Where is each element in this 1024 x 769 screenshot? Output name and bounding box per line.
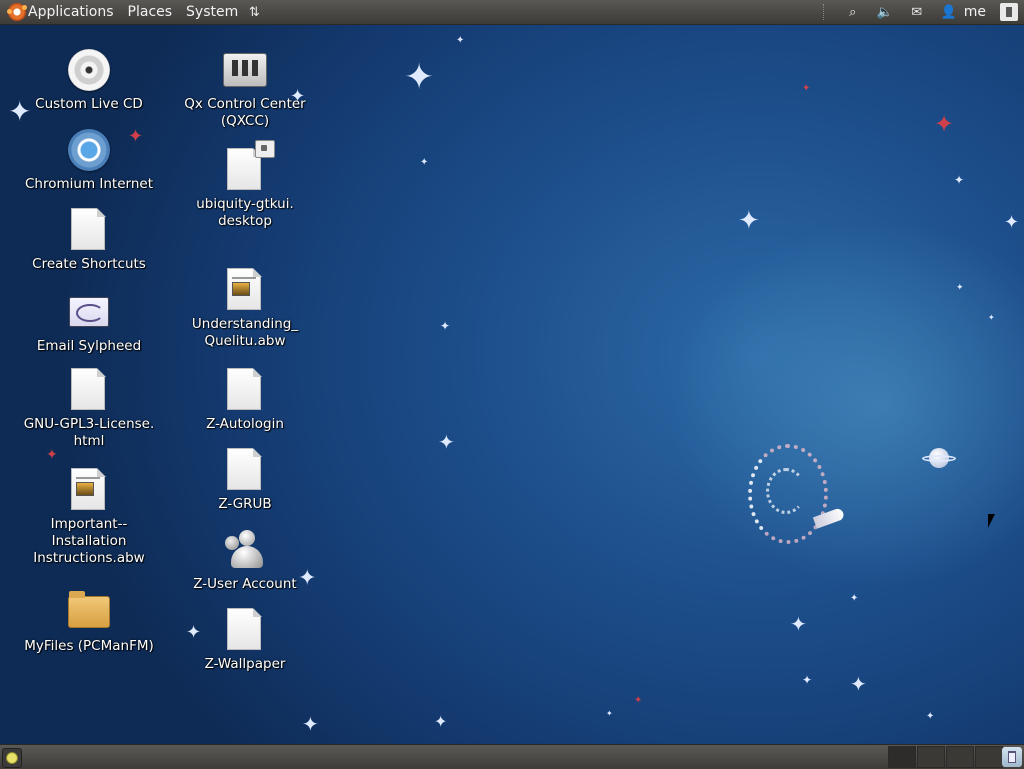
star-decoration: ✦ (954, 173, 965, 187)
desktop-icon-important-installation[interactable]: Important-- Installation Instructions.ab… (14, 468, 164, 567)
star-decoration: ✦ (440, 319, 451, 333)
trash-icon[interactable] (1002, 747, 1022, 767)
star-decoration: ✦ (926, 711, 935, 722)
star-decoration: ✦ (956, 283, 964, 293)
abw-document-icon (227, 268, 263, 312)
desktop-icon-chromium[interactable]: Chromium Internet (14, 128, 164, 193)
lock-icon (255, 140, 275, 158)
star-decoration: ✦ (738, 206, 760, 236)
volume-icon[interactable]: 🔈 (876, 3, 894, 21)
star-decoration: ✦ (46, 447, 58, 463)
star-decoration: ✦ (438, 430, 455, 454)
star-decoration: ✦ (802, 83, 811, 94)
star-decoration: ✦ (404, 57, 435, 98)
network-manager-icon[interactable]: ⇅ (245, 3, 263, 21)
desktop[interactable]: ✦ ✦ ✦ ✦ ✦ ✦ ✦ ✦ ✦ ✦ ✦ ✦ ✦ ✦ ✦ ✦ ✦ ✦ ✦ ✦ … (0, 24, 1024, 744)
desktop-icon-label: Z-Autologin (206, 416, 284, 432)
document-icon (227, 368, 263, 412)
top-panel: Applications Places System ⇅ ⌕ 🔈 ✉ 👤 me (0, 0, 1024, 25)
desktop-icon-email-sylpheed[interactable]: Email Sylpheed (14, 290, 164, 355)
desktop-icon-ubiquity-gtkui[interactable]: ubiquity-gtkui. desktop (170, 140, 320, 230)
abw-document-icon (71, 468, 107, 512)
star-decoration: ✦ (606, 709, 613, 718)
desktop-icon-z-autologin[interactable]: Z-Autologin (170, 368, 320, 433)
mail-icon[interactable]: ✉ (908, 3, 926, 21)
system-tray: ⌕ 🔈 ✉ 👤 me (822, 0, 1018, 24)
star-decoration: ✦ (850, 593, 859, 604)
cd-icon (68, 49, 110, 91)
desktop-icon-create-shortcuts[interactable]: Create Shortcuts (14, 208, 164, 273)
menu-places[interactable]: Places (121, 0, 180, 24)
desktop-icon-label: Important-- Installation Instructions.ab… (33, 516, 145, 566)
folder-icon (68, 591, 110, 628)
tray-separator (822, 4, 826, 20)
planet-decoration (922, 448, 956, 468)
desktop-icon-label: Understanding_ Quelitu.abw (191, 316, 299, 349)
workspace-2[interactable] (917, 746, 945, 768)
desktop-icon-label: Chromium Internet (25, 176, 153, 192)
star-decoration: ✦ (420, 157, 429, 168)
star-decoration: ✦ (634, 695, 643, 706)
desktop-icon-label: Create Shortcuts (32, 256, 146, 272)
control-center-icon (223, 53, 267, 87)
desktop-icon-z-grub[interactable]: Z-GRUB (170, 448, 320, 513)
network-icon[interactable]: ⌕ (844, 3, 862, 21)
star-decoration: ✦ (434, 712, 448, 731)
star-decoration: ✦ (988, 313, 995, 322)
chromium-icon (68, 129, 110, 171)
desktop-icon-understanding-quelitu[interactable]: Understanding_ Quelitu.abw (170, 268, 320, 350)
star-decoration: ✦ (790, 612, 807, 636)
mouse-cursor-icon (988, 514, 1001, 528)
desktop-icon-custom-live-cd[interactable]: Custom Live CD (14, 48, 164, 113)
sylpheed-icon (69, 297, 109, 327)
swirl-logo-decoration (748, 444, 828, 544)
menu-system[interactable]: System (179, 0, 245, 24)
document-icon (227, 608, 263, 652)
star-decoration: ✦ (302, 712, 319, 736)
desktop-icon-qx-control-center[interactable]: Qx Control Center (QXCC) (170, 48, 320, 130)
locked-document-icon (227, 140, 275, 192)
workspace-4[interactable] (975, 746, 1003, 768)
star-decoration: ✦ (1004, 212, 1020, 233)
desktop-icon-label: ubiquity-gtkui. desktop (196, 196, 294, 229)
document-icon (227, 448, 263, 492)
shutdown-icon[interactable] (1000, 3, 1018, 21)
document-icon (71, 208, 107, 252)
desktop-icon-myfiles[interactable]: MyFiles (PCManFM) (14, 590, 164, 655)
desktop-icon-gnu-gpl3-license[interactable]: GNU-GPL3-License. html (14, 368, 164, 450)
star-decoration: ✦ (456, 35, 465, 46)
workspace-3[interactable] (946, 746, 974, 768)
desktop-icon-label: MyFiles (PCManFM) (24, 638, 154, 654)
user-name-label[interactable]: me (964, 4, 986, 20)
star-decoration: ✦ (934, 110, 955, 138)
desktop-icon-label: Email Sylpheed (36, 338, 142, 354)
desktop-icon-label: Z-Wallpaper (204, 656, 286, 672)
desktop-icon-label: GNU-GPL3-License. html (23, 416, 155, 449)
users-icon (223, 528, 267, 572)
desktop-icon-z-user-account[interactable]: Z-User Account (170, 528, 320, 593)
desktop-icon-label: Z-GRUB (218, 496, 272, 512)
workspace-1[interactable] (888, 746, 916, 768)
user-icon[interactable]: 👤 (940, 3, 958, 21)
desktop-icon-label: Custom Live CD (35, 96, 143, 112)
distro-logo-icon[interactable] (7, 3, 27, 21)
star-decoration: ✦ (850, 672, 867, 696)
document-icon (71, 368, 107, 412)
desktop-icon-z-wallpaper[interactable]: Z-Wallpaper (170, 608, 320, 673)
show-desktop-button[interactable] (2, 748, 22, 768)
menu-applications[interactable]: Applications (26, 0, 121, 24)
workspace-switcher[interactable] (887, 746, 1003, 768)
star-decoration: ✦ (802, 673, 813, 687)
bottom-panel (0, 744, 1024, 769)
desktop-icon-label: Qx Control Center (QXCC) (184, 96, 306, 129)
desktop-icon-label: Z-User Account (193, 576, 297, 592)
